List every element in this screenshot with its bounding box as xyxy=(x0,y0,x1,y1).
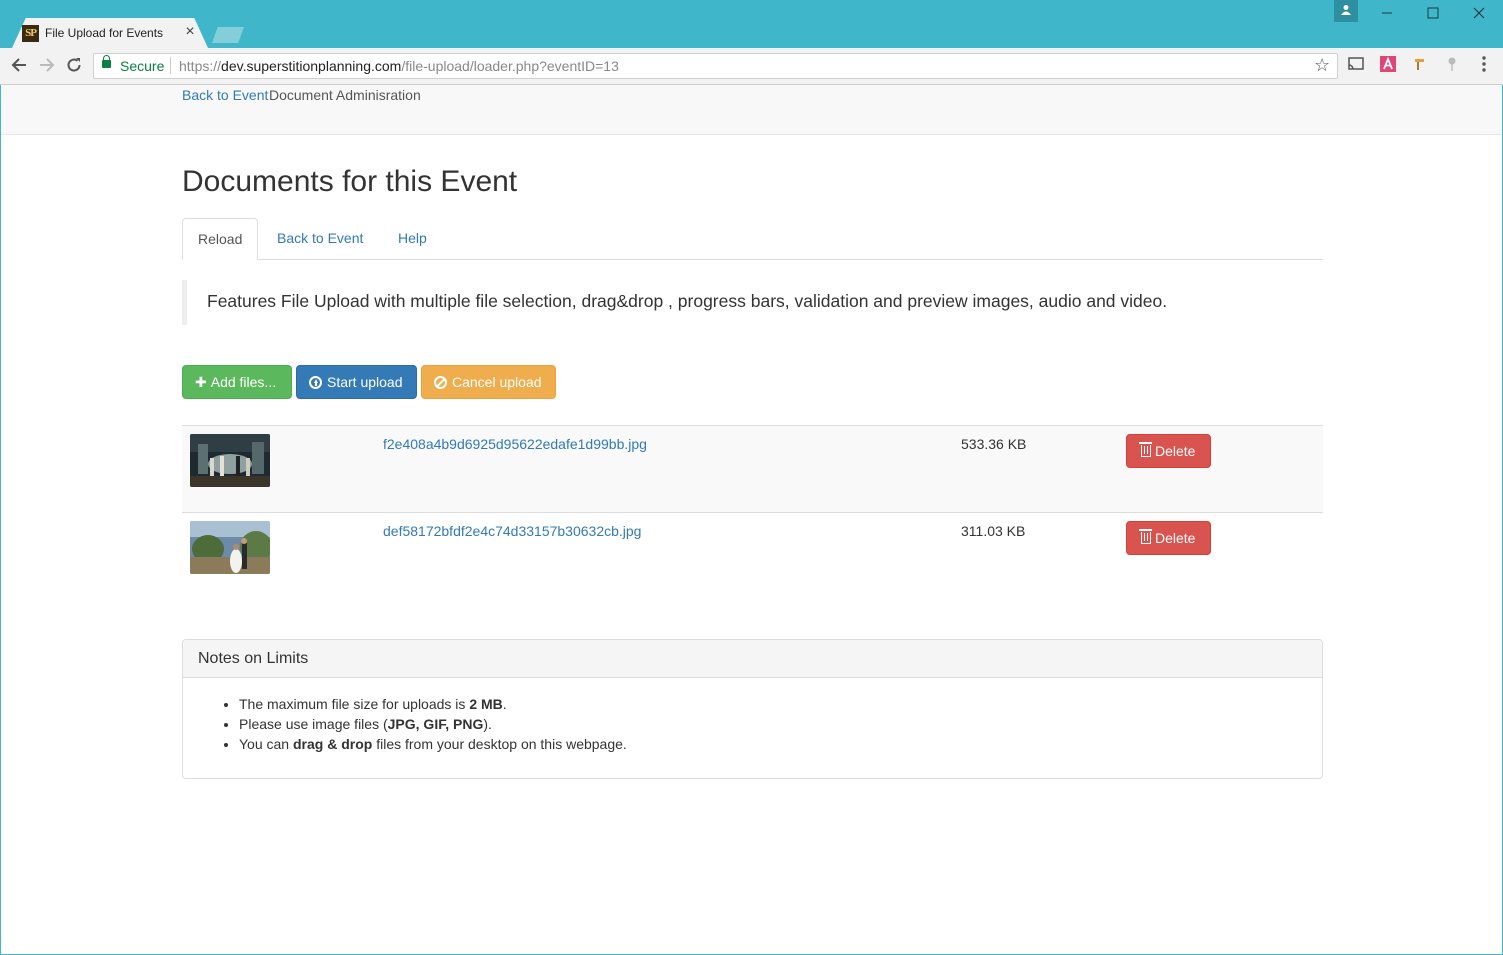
top-navbar: Back to Event Document Adminisration xyxy=(1,85,1502,135)
file-size: 533.36 KB xyxy=(961,436,1027,452)
forward-arrow-icon[interactable] xyxy=(36,56,58,78)
upload-icon xyxy=(309,376,322,389)
delete-button[interactable]: Delete xyxy=(1126,434,1211,468)
file-name-link[interactable]: def58172bfdf2e4c74d33157b30632cb.jpg xyxy=(383,523,641,539)
file-row: f2e408a4b9d6925d95622edafe1d99bb.jpg 533… xyxy=(182,425,1323,512)
file-row: def58172bfdf2e4c74d33157b30632cb.jpg 311… xyxy=(182,512,1323,599)
cast-icon[interactable] xyxy=(1346,56,1366,76)
url-text[interactable]: https://dev.superstitionplanning.com/fil… xyxy=(179,58,619,74)
cancel-upload-label: Cancel upload xyxy=(452,374,542,390)
note-text: . xyxy=(502,696,507,712)
minimize-button[interactable] xyxy=(1364,0,1410,30)
tab-close-icon[interactable]: × xyxy=(182,22,198,42)
note-text: ). xyxy=(483,716,492,732)
url-scheme: https:// xyxy=(179,58,222,74)
file-size: 311.03 KB xyxy=(961,523,1026,539)
tab-favicon-icon: SP xyxy=(22,25,39,42)
note-bold: 2 MB xyxy=(469,696,503,712)
note-text: The maximum file size for uploads is xyxy=(239,696,470,712)
notes-heading: Notes on Limits xyxy=(183,640,1322,678)
note-bold: JPG, GIF, PNG xyxy=(387,716,484,732)
note-item: The maximum file size for uploads is 2 M… xyxy=(239,694,1307,714)
feature-description: Features File Upload with multiple file … xyxy=(182,280,1323,325)
bookmark-star-icon[interactable]: ☆ xyxy=(1314,55,1330,76)
notes-panel: Notes on Limits The maximum file size fo… xyxy=(182,639,1323,779)
extension-pin-icon[interactable] xyxy=(1442,56,1462,76)
note-text: files from your desktop on this webpage. xyxy=(372,736,627,752)
back-arrow-icon[interactable] xyxy=(8,56,30,78)
reload-icon[interactable] xyxy=(63,56,85,78)
extension-a-icon[interactable] xyxy=(1378,56,1398,76)
tab-reload[interactable]: Reload xyxy=(182,218,259,260)
file-name-link[interactable]: f2e408a4b9d6925d95622edafe1d99bb.jpg xyxy=(383,436,647,452)
cancel-upload-button[interactable]: Cancel upload xyxy=(421,365,556,399)
person-icon xyxy=(1341,5,1351,15)
start-upload-label: Start upload xyxy=(327,374,403,390)
note-item: You can drag & drop files from your desk… xyxy=(239,734,1307,754)
note-item: Please use image files (JPG, GIF, PNG). xyxy=(239,714,1307,734)
note-bold: drag & drop xyxy=(292,736,373,752)
add-files-label: Add files... xyxy=(210,374,277,390)
plus-icon: ✚ xyxy=(195,374,207,390)
trash-icon xyxy=(1139,529,1152,544)
delete-button[interactable]: Delete xyxy=(1126,521,1211,555)
tab-nav: Reload Back to Event Help xyxy=(182,218,1323,260)
extension-hammer-icon[interactable] xyxy=(1410,56,1430,76)
note-text: Please use image files ( xyxy=(239,716,388,732)
maximize-button[interactable] xyxy=(1410,0,1456,30)
tab-help[interactable]: Help xyxy=(383,218,442,260)
back-to-event-link[interactable]: Back to Event xyxy=(182,87,268,103)
page-title: Documents for this Event xyxy=(182,165,518,198)
tab-back-to-event[interactable]: Back to Event xyxy=(262,218,378,260)
notes-list: The maximum file size for uploads is 2 M… xyxy=(183,678,1322,754)
ban-icon xyxy=(434,376,447,389)
delete-label: Delete xyxy=(1155,443,1196,459)
navbar-brand: Document Adminisration xyxy=(269,87,421,103)
delete-label: Delete xyxy=(1155,530,1196,546)
url-divider xyxy=(170,57,171,74)
profile-button[interactable] xyxy=(1334,0,1358,22)
add-files-button[interactable]: ✚ Add files... xyxy=(182,365,292,399)
page-viewport: Back to Event Document Adminisration Doc… xyxy=(0,85,1503,955)
note-text: You can xyxy=(239,736,293,752)
file-thumbnail[interactable] xyxy=(190,521,270,574)
close-icon xyxy=(1473,7,1485,19)
file-thumbnail[interactable] xyxy=(190,434,270,487)
maximize-icon xyxy=(1427,7,1439,19)
minimize-icon xyxy=(1382,12,1392,14)
chrome-menu-icon[interactable] xyxy=(1474,56,1494,76)
lock-icon xyxy=(102,55,111,68)
secure-label: Secure xyxy=(120,58,165,74)
url-host: dev.superstitionplanning.com xyxy=(221,58,402,74)
close-window-button[interactable] xyxy=(1456,0,1502,30)
url-path: /file-upload/loader.php?eventID=13 xyxy=(401,58,619,74)
start-upload-button[interactable]: Start upload xyxy=(296,365,417,399)
tab-title: File Upload for Events xyxy=(45,26,164,40)
trash-icon xyxy=(1139,442,1152,457)
